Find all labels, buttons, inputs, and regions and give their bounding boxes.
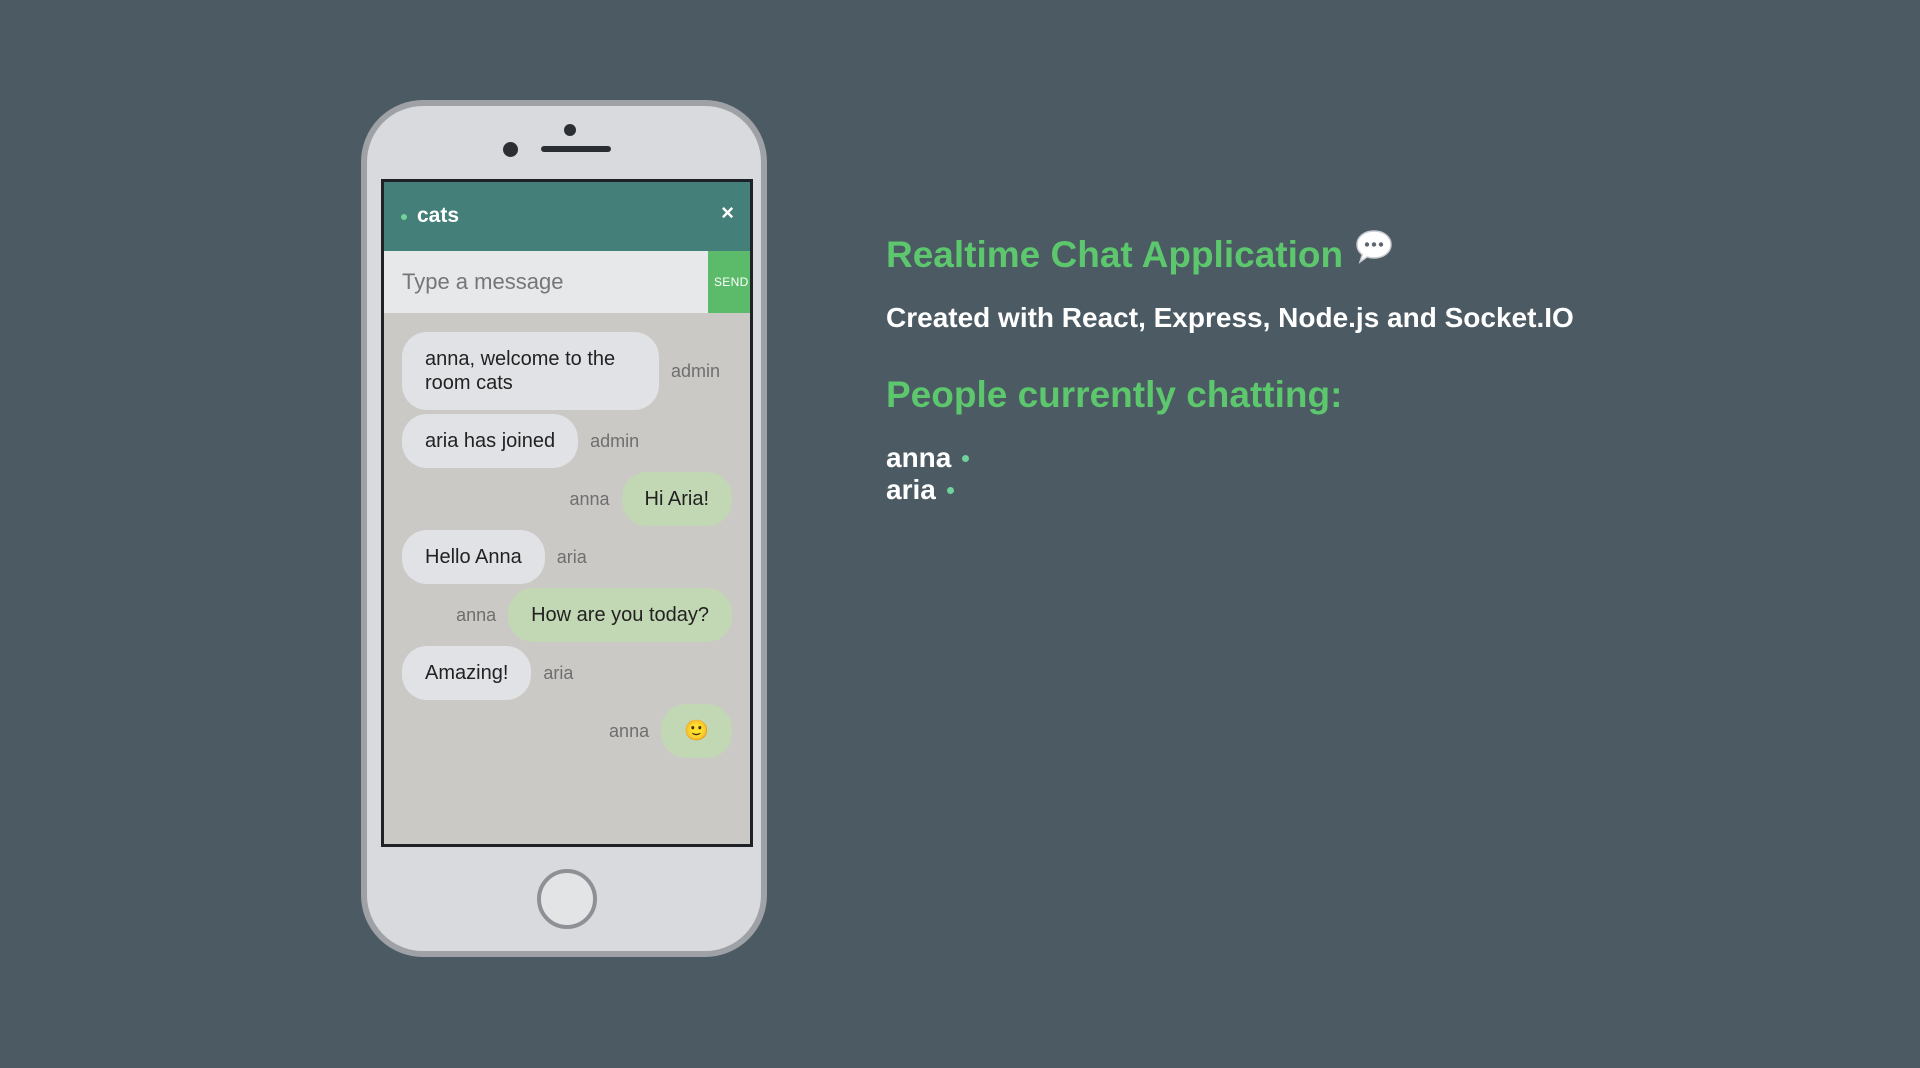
- earpiece-speaker: [541, 146, 611, 152]
- person-item: anna: [886, 442, 1574, 474]
- person-name: anna: [886, 442, 952, 473]
- message-text: Hello Anna: [402, 530, 545, 584]
- message-text: aria has joined: [402, 414, 579, 468]
- speech-bubble-icon: [1355, 229, 1393, 274]
- app-title: Realtime Chat Application: [886, 229, 1574, 276]
- online-status-icon: [946, 486, 954, 494]
- message-text: Hi Aria!: [621, 472, 732, 526]
- chat-message: Amazing! aria: [402, 646, 732, 700]
- online-status-icon: [401, 214, 407, 220]
- send-button[interactable]: SEND: [708, 251, 750, 313]
- message-sender: aria: [543, 662, 574, 683]
- message-composer: SEND: [384, 251, 750, 313]
- chat-message: Hello Anna aria: [402, 530, 732, 584]
- chat-message: anna Hi Aria!: [402, 472, 732, 526]
- close-icon[interactable]: ×: [721, 202, 734, 224]
- person-name: aria: [886, 474, 936, 505]
- people-list: anna aria: [886, 442, 1574, 506]
- phone-mockup: cats × SEND anna, welcome to the room ca…: [361, 100, 767, 957]
- message-input[interactable]: [384, 251, 708, 313]
- person-item: aria: [886, 474, 1574, 506]
- message-sender: admin: [590, 430, 640, 451]
- chat-header: cats ×: [384, 182, 750, 251]
- message-text: Amazing!: [402, 646, 532, 700]
- chat-message: aria has joined admin: [402, 414, 732, 468]
- message-list: anna, welcome to the room cats admin aria …: [384, 313, 750, 758]
- proximity-sensor: [503, 142, 518, 157]
- message-sender: admin: [670, 360, 720, 381]
- message-text: How are you today?: [508, 588, 732, 642]
- chat-message: anna How are you today?: [402, 588, 732, 642]
- message-text: anna, welcome to the room cats: [402, 332, 659, 410]
- app-title-text: Realtime Chat Application: [886, 234, 1344, 275]
- room-name: cats: [417, 204, 460, 227]
- people-heading: People currently chatting:: [886, 374, 1343, 415]
- message-sender: anna: [609, 720, 650, 741]
- phone-screen: cats × SEND anna, welcome to the room ca…: [381, 179, 753, 847]
- chat-message: anna 🙂: [402, 704, 732, 758]
- online-status-icon: [962, 454, 970, 462]
- message-sender: aria: [556, 546, 587, 567]
- info-panel: Realtime Chat Application Created with R…: [886, 229, 1574, 506]
- chat-message: anna, welcome to the room cats admin: [402, 332, 732, 410]
- message-text: 🙂: [661, 704, 732, 758]
- message-sender: anna: [569, 488, 610, 509]
- front-camera: [564, 124, 576, 136]
- message-sender: anna: [456, 604, 497, 625]
- home-button[interactable]: [537, 869, 597, 929]
- app-subtitle: Created with React, Express, Node.js and…: [886, 302, 1574, 333]
